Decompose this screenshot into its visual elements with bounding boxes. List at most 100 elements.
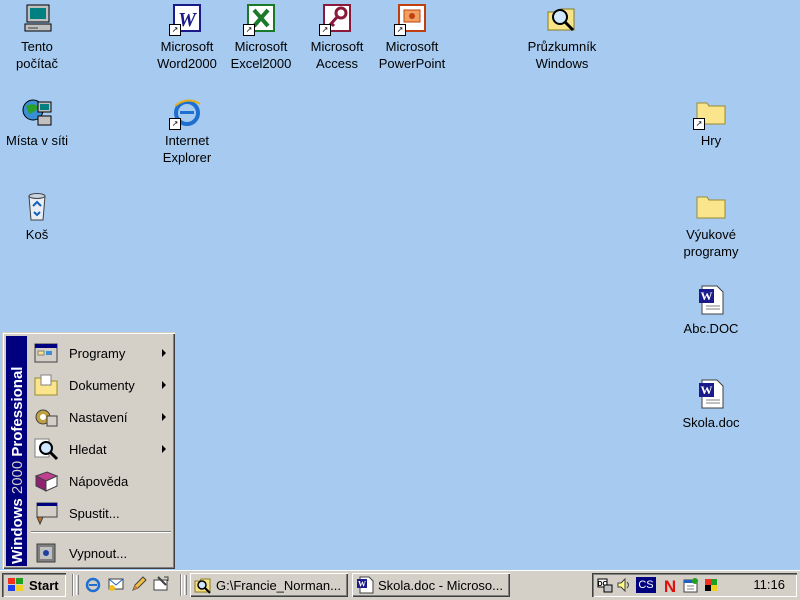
- help-book-icon: [33, 468, 59, 494]
- start-button-label: Start: [29, 577, 59, 593]
- desktop-icon-recycle-bin[interactable]: Koš: [0, 188, 77, 243]
- system-tray: DC CS N 11:16: [592, 573, 797, 597]
- desktop-icon-label: Tento počítač: [16, 39, 58, 71]
- desktop-icon-label: Abc.DOC: [683, 321, 739, 336]
- word-document-icon: W: [695, 378, 727, 410]
- desktop-icon-label: Skola.doc: [682, 415, 740, 430]
- start-menu: Windows 2000 Professional Programy Dokum…: [2, 332, 175, 569]
- menu-item-label: Dokumenty: [69, 377, 135, 393]
- shortcut-arrow-icon: ↗: [243, 24, 255, 36]
- shortcut-arrow-icon: ↗: [169, 24, 181, 36]
- banner-version-text: 2000: [9, 460, 26, 495]
- desktop-icon-excel[interactable]: ↗ Microsoft Excel2000: [221, 0, 301, 72]
- desktop-icon-label: Microsoft Access: [310, 39, 364, 71]
- taskbar: Start G:\Francie_Norman... W Skola.doc -…: [0, 570, 800, 600]
- desktop-icon-internet-explorer[interactable]: ↗ Internet Explorer: [147, 94, 227, 166]
- settings-gear-icon: [33, 404, 59, 430]
- word-icon: W ↗: [169, 2, 203, 36]
- desktop-icon-abc-doc[interactable]: W Abc.DOC: [671, 282, 751, 337]
- computer-icon: [21, 2, 53, 34]
- start-menu-banner: Windows 2000 Professional: [6, 336, 27, 566]
- banner-windows-text: Windows: [9, 498, 26, 564]
- access-key-icon: ↗: [319, 2, 353, 36]
- svg-text:W: W: [701, 383, 713, 397]
- menu-item-documents[interactable]: Dokumenty: [29, 369, 172, 401]
- quick-launch-grip[interactable]: [76, 575, 79, 595]
- submenu-arrow-icon: [162, 445, 166, 453]
- menu-item-label: Vypnout...: [69, 545, 128, 561]
- menu-item-label: Hledat: [69, 441, 107, 457]
- tray-flag-icon[interactable]: [703, 577, 719, 593]
- tray-network-icon[interactable]: DC: [597, 577, 613, 593]
- menu-item-shutdown[interactable]: Vypnout...: [29, 537, 172, 569]
- menu-item-search[interactable]: Hledat: [29, 433, 172, 465]
- banner-edition-text: Professional: [9, 366, 26, 457]
- shortcut-arrow-icon: ↗: [693, 118, 705, 130]
- menu-separator: [31, 531, 171, 533]
- submenu-arrow-icon: [162, 381, 166, 389]
- desktop-icon-label: Místa v síti: [5, 133, 69, 148]
- desktop-icon-access[interactable]: ↗ Microsoft Access: [297, 0, 377, 72]
- menu-item-help[interactable]: Nápověda: [29, 465, 172, 497]
- quick-launch-internet-explorer-icon[interactable]: [84, 575, 102, 593]
- search-magnifier-icon: [33, 436, 59, 462]
- desktop-icon-label: Microsoft PowerPoint: [378, 39, 446, 71]
- submenu-arrow-icon: [162, 413, 166, 421]
- svg-text:W: W: [701, 289, 713, 303]
- windows-flag-icon: [7, 577, 25, 593]
- quick-launch-outlook-icon[interactable]: [107, 575, 125, 593]
- tray-scheduler-icon[interactable]: [683, 577, 699, 593]
- shutdown-icon: [33, 540, 59, 566]
- task-button-label: Skola.doc - Microso...: [378, 577, 503, 593]
- excel-icon: ↗: [243, 2, 277, 36]
- recycle-bin-icon: [21, 190, 53, 222]
- explorer-magnifier-icon: [546, 2, 578, 34]
- quick-launch-pencil-icon[interactable]: [130, 575, 148, 593]
- quick-launch-show-desktop-icon[interactable]: [152, 575, 170, 593]
- powerpoint-icon: ↗: [394, 2, 428, 36]
- desktop-icon-label: Koš: [25, 227, 49, 242]
- task-button-explorer-window[interactable]: G:\Francie_Norman...: [190, 573, 348, 597]
- tray-volume-speaker-icon[interactable]: [616, 577, 632, 593]
- tray-language-indicator[interactable]: CS: [636, 577, 656, 593]
- desktop-icon-skola-doc[interactable]: W Skola.doc: [671, 376, 751, 431]
- desktop-icon-label: Průzkumník Windows: [527, 39, 597, 71]
- shortcut-arrow-icon: ↗: [169, 118, 181, 130]
- desktop-icon-word[interactable]: W ↗ Microsoft Word2000: [147, 0, 227, 72]
- desktop-icon-my-computer[interactable]: Tento počítač: [0, 0, 77, 72]
- word-document-icon: W: [356, 576, 374, 594]
- shortcut-arrow-icon: ↗: [319, 24, 331, 36]
- start-button[interactable]: Start: [2, 573, 66, 597]
- tray-clock[interactable]: 11:16: [753, 577, 785, 592]
- desktop-icon-label: Hry: [700, 133, 722, 148]
- network-globe-icon: [21, 96, 53, 128]
- menu-item-label: Nápověda: [69, 473, 129, 489]
- menu-item-label: Spustit...: [69, 505, 120, 521]
- taskbar-divider: [180, 574, 182, 596]
- documents-folder-icon: [33, 372, 59, 398]
- tray-n-red-icon[interactable]: N: [662, 577, 678, 596]
- desktop-icon-network-places[interactable]: Místa v síti: [0, 94, 77, 149]
- menu-item-run[interactable]: Spustit...: [29, 497, 172, 529]
- svg-text:N: N: [664, 577, 676, 593]
- desktop-icon-label: Microsoft Word2000: [157, 39, 217, 71]
- run-icon: [33, 500, 59, 526]
- submenu-arrow-icon: [162, 349, 166, 357]
- desktop-icon-vyukove-programy-folder[interactable]: Výukové programy: [671, 188, 751, 260]
- desktop-icon-label: Microsoft Excel2000: [230, 39, 292, 71]
- desktop-icon-label: Internet Explorer: [162, 133, 212, 165]
- desktop-icon-powerpoint[interactable]: ↗ Microsoft PowerPoint: [372, 0, 452, 72]
- desktop-icon-hry-folder[interactable]: ↗ Hry: [671, 94, 751, 149]
- explorer-magnifier-icon: [194, 576, 212, 594]
- taskbar-divider: [72, 574, 74, 596]
- menu-item-programs[interactable]: Programy: [29, 337, 172, 369]
- folder-icon: ↗: [693, 96, 727, 130]
- desktop-icon-label: Výukové programy: [683, 227, 739, 259]
- menu-item-settings[interactable]: Nastavení: [29, 401, 172, 433]
- menu-item-label: Programy: [69, 345, 126, 361]
- task-button-label: G:\Francie_Norman...: [216, 577, 341, 593]
- task-button-word-document[interactable]: W Skola.doc - Microso...: [352, 573, 510, 597]
- internet-explorer-icon: ↗: [169, 96, 203, 130]
- desktop-icon-windows-explorer[interactable]: Průzkumník Windows: [522, 0, 602, 72]
- task-list-grip[interactable]: [184, 575, 187, 595]
